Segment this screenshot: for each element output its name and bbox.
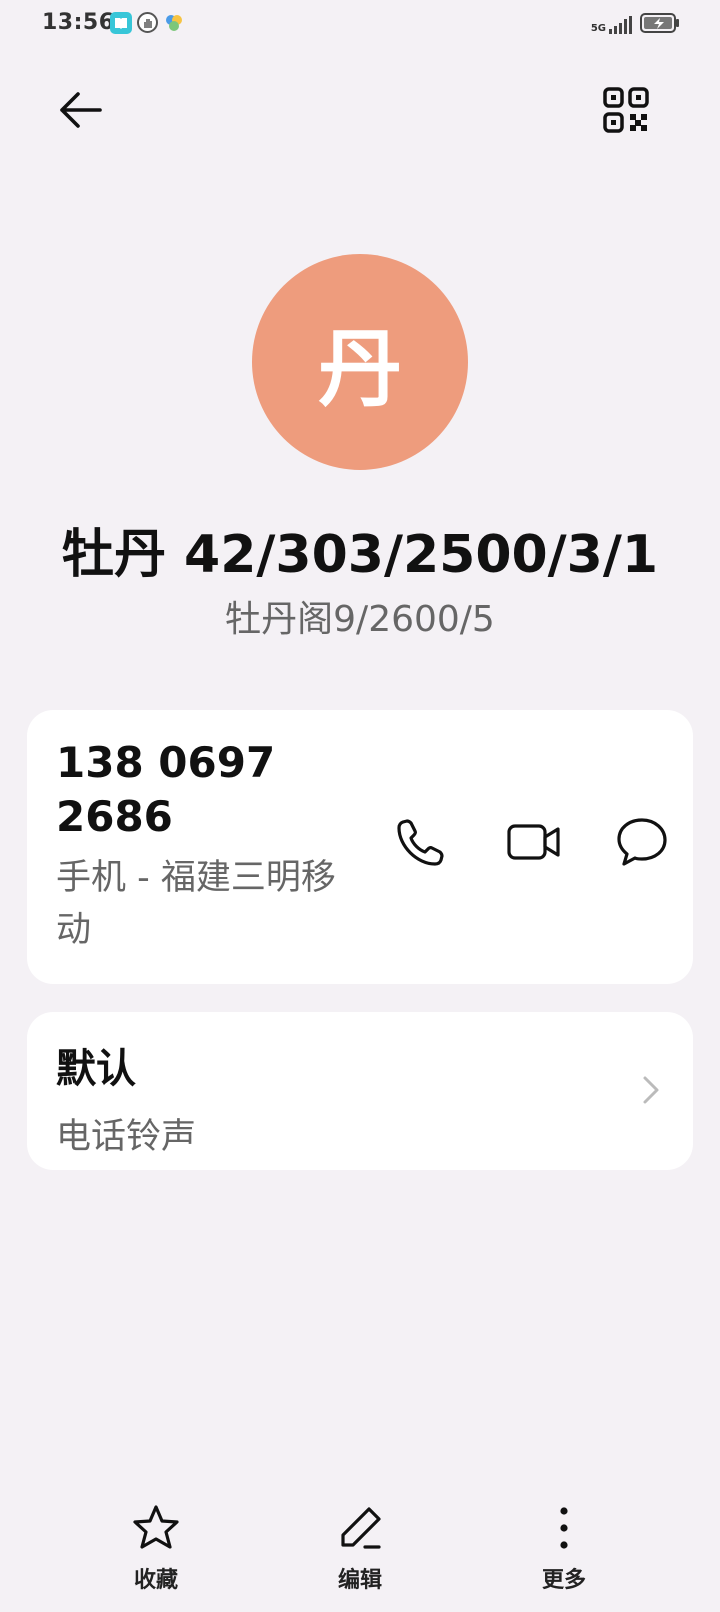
ringtone-value: 默认 (56, 1046, 136, 1092)
network-type: 5G (590, 23, 606, 34)
signal-icon: 5G (591, 16, 632, 34)
status-time: 13:56 (42, 10, 115, 35)
star-icon (133, 1505, 179, 1549)
message-bubble-icon (617, 818, 667, 866)
phone-meta: 手机 - 福建三明移动 (56, 858, 336, 950)
video-call-button[interactable] (502, 810, 566, 874)
back-button[interactable] (52, 82, 108, 138)
status-bar: 13:56 5G (0, 0, 720, 48)
back-arrow-icon (60, 92, 102, 128)
call-button[interactable] (389, 810, 453, 874)
favorite-button[interactable]: 收藏 (96, 1500, 216, 1594)
book-app-icon (110, 12, 132, 34)
contact-organization: 牡丹阁9/2600/5 (225, 599, 495, 640)
edit-label: 编辑 (337, 1568, 382, 1593)
ringtone-label: 电话铃声 (56, 1117, 197, 1157)
system-status: 5G (591, 12, 680, 38)
chevron-right-icon (643, 1076, 659, 1104)
edit-button[interactable]: 编辑 (300, 1500, 420, 1594)
more-vertical-icon (560, 1507, 568, 1549)
more-button[interactable]: 更多 (504, 1500, 624, 1594)
pencil-icon (341, 1507, 381, 1549)
qr-code-icon (603, 87, 649, 133)
favorite-label: 收藏 (133, 1568, 178, 1593)
bottom-action-bar: 收藏 编辑 更多 (0, 1500, 720, 1612)
phone-card[interactable]: 138 0697 2686 手机 - 福建三明移动 (27, 710, 693, 984)
pinwheel-icon (163, 12, 185, 34)
notification-icons (110, 12, 185, 34)
contact-detail-screen: 13:56 5G 丹 牡丹 42/303/2500/3/1 牡丹阁9/2600/… (0, 0, 720, 1612)
message-button[interactable] (610, 810, 674, 874)
avatar-initial: 丹 (317, 319, 402, 418)
ringtone-card[interactable]: 默认 电话铃声 (27, 1012, 693, 1170)
battery-charging-icon (640, 12, 680, 38)
avatar[interactable]: 丹 (252, 254, 468, 470)
phone-number: 138 0697 2686 (56, 738, 276, 841)
contact-name: 牡丹 42/303/2500/3/1 (61, 525, 659, 585)
video-camera-icon (507, 824, 560, 860)
phone-icon (397, 819, 444, 866)
more-label: 更多 (541, 1568, 586, 1593)
qr-code-button[interactable] (600, 84, 652, 136)
hand-icon (137, 12, 158, 33)
